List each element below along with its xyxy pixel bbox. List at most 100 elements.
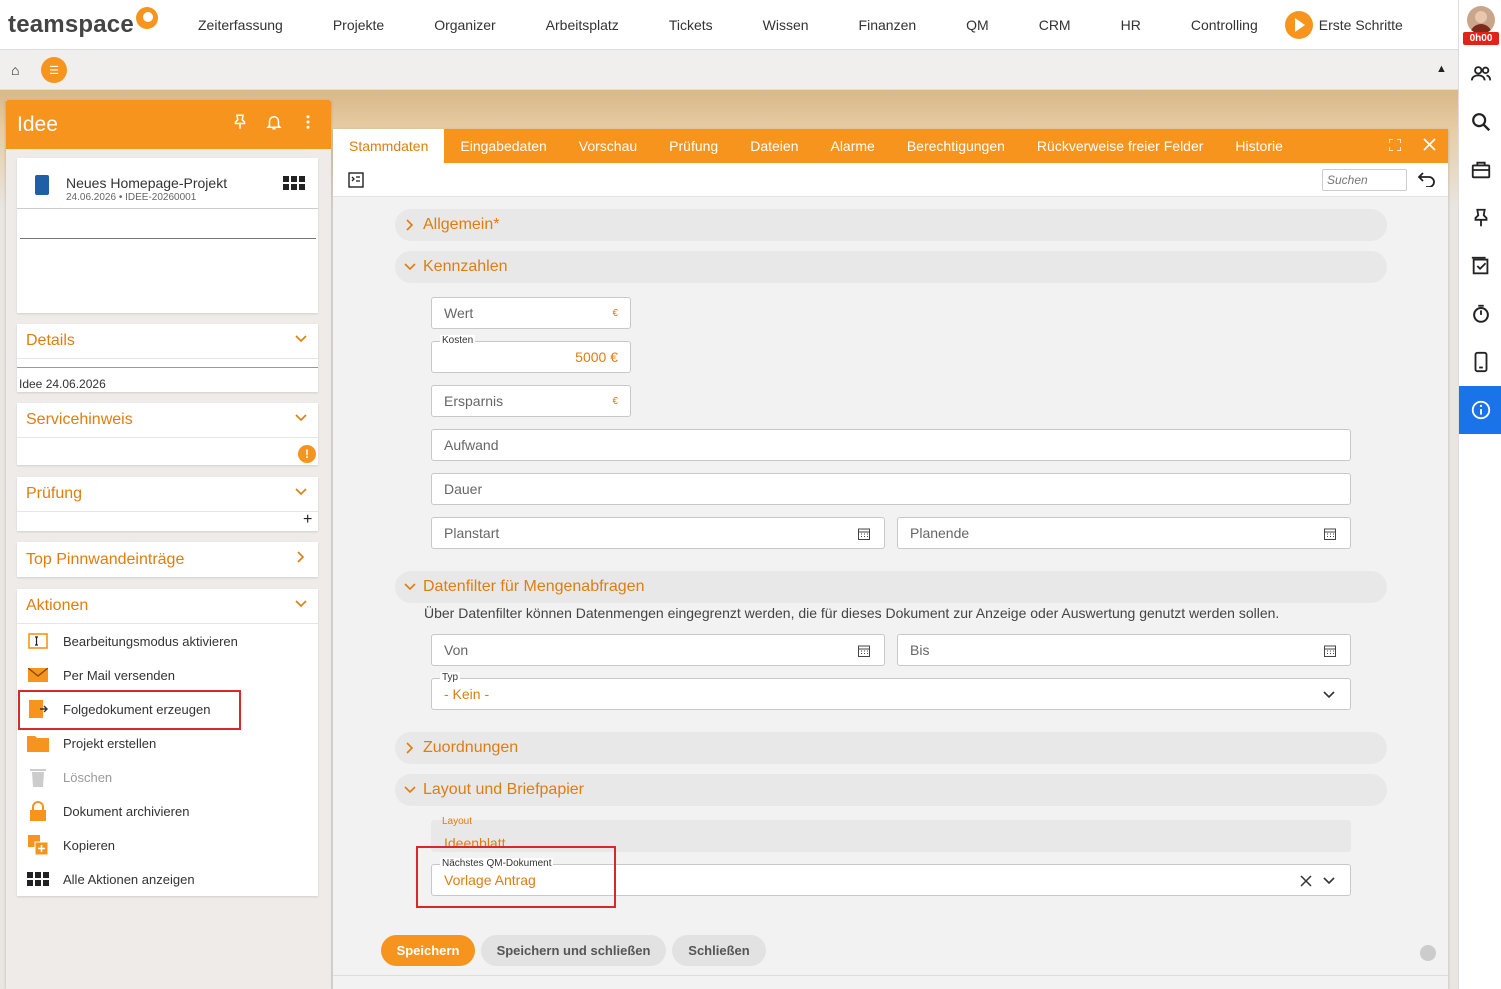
pinnwand-header[interactable]: Top Pinnwandeinträge (17, 542, 318, 577)
nav-crm[interactable]: CRM (1014, 17, 1096, 33)
chevron-down-icon[interactable] (294, 485, 308, 504)
action-send-mail[interactable]: Per Mail versenden (17, 658, 318, 692)
save-and-close-button[interactable]: Speichern und schließen (481, 935, 666, 966)
tab-dateien[interactable]: Dateien (734, 129, 814, 163)
clear-icon[interactable] (1300, 874, 1312, 890)
nav-tickets[interactable]: Tickets (644, 17, 738, 33)
tab-stammdaten[interactable]: Stammdaten (333, 129, 445, 163)
form-layout-icon[interactable] (348, 172, 364, 191)
undo-icon[interactable] (1417, 171, 1436, 190)
calendar-icon[interactable] (858, 527, 870, 543)
pruefung-header[interactable]: Prüfung (17, 477, 318, 512)
collapse-up-icon[interactable]: ▲ (1436, 63, 1447, 75)
tab-vorschau[interactable]: Vorschau (563, 129, 653, 163)
time-tracking-badge[interactable]: 0h00 (1463, 32, 1499, 45)
aktionen-header[interactable]: Aktionen (17, 589, 318, 624)
planstart-field[interactable]: Planstart (431, 517, 885, 549)
more-vertical-icon[interactable] (299, 113, 317, 137)
calendar-icon[interactable] (1324, 527, 1336, 543)
currency-label: € (612, 395, 618, 407)
planende-field[interactable]: Planende (897, 517, 1351, 549)
chevron-down-icon[interactable] (1322, 688, 1336, 705)
details-header[interactable]: Details (17, 324, 318, 359)
pin-icon[interactable] (1459, 194, 1501, 242)
user-circle-icon[interactable] (1420, 945, 1436, 961)
ersparnis-field[interactable]: Ersparnis € (431, 385, 631, 417)
add-icon[interactable]: + (303, 511, 312, 529)
action-delete[interactable]: Löschen (17, 760, 318, 794)
section-zuordnungen[interactable]: Zuordnungen (395, 732, 1387, 764)
lock-icon (27, 801, 49, 821)
user-avatar[interactable] (1467, 6, 1495, 34)
calendar-icon[interactable] (858, 644, 870, 660)
nav-projekte[interactable]: Projekte (308, 17, 409, 33)
stopwatch-icon[interactable] (1459, 290, 1501, 338)
field-placeholder: Bis (910, 642, 930, 658)
tasks-checklist-icon[interactable] (1459, 242, 1501, 290)
nav-zeiterfassung[interactable]: Zeiterfassung (190, 17, 308, 33)
divider (20, 238, 316, 239)
section-kennzahlen[interactable]: Kennzahlen (395, 251, 1387, 283)
close-icon[interactable] (1423, 138, 1436, 154)
chevron-down-icon[interactable] (1322, 874, 1336, 891)
info-icon[interactable] (1459, 386, 1501, 434)
bis-field[interactable]: Bis (897, 634, 1351, 666)
menu-icon[interactable]: ☰ (41, 57, 67, 83)
section-layout[interactable]: Layout und Briefpapier (395, 774, 1387, 806)
chevron-down-icon[interactable] (294, 332, 308, 351)
fullscreen-icon[interactable] (1388, 137, 1402, 154)
nav-qm[interactable]: QM (941, 17, 1014, 33)
servicehinweis-header[interactable]: Servicehinweis (17, 403, 318, 438)
dauer-field[interactable]: Dauer (431, 473, 1351, 505)
tab-pruefung[interactable]: Prüfung (653, 129, 734, 163)
search-icon[interactable] (1459, 98, 1501, 146)
tab-eingabedaten[interactable]: Eingabedaten (444, 129, 562, 163)
warning-icon[interactable]: ! (298, 445, 316, 463)
briefcase-icon[interactable] (1459, 146, 1501, 194)
home-icon[interactable]: ⌂ (11, 62, 19, 78)
pin-icon[interactable] (231, 113, 249, 137)
aufwand-field[interactable]: Aufwand (431, 429, 1351, 461)
action-copy[interactable]: Kopieren (17, 828, 318, 862)
save-button[interactable]: Speichern (381, 935, 475, 966)
tab-alarme[interactable]: Alarme (814, 129, 890, 163)
chevron-down-icon[interactable] (294, 411, 308, 430)
typ-value: - Kein - (444, 686, 490, 702)
pinnwand-title: Top Pinnwandeinträge (26, 550, 185, 568)
nav-hr[interactable]: HR (1096, 17, 1166, 33)
nav-controlling[interactable]: Controlling (1166, 17, 1283, 33)
nav-wissen[interactable]: Wissen (738, 17, 834, 33)
close-button[interactable]: Schließen (672, 935, 766, 966)
highlight-follow-document (18, 690, 241, 730)
typ-select[interactable]: Typ - Kein - (431, 672, 1351, 710)
action-create-project[interactable]: Projekt erstellen (17, 726, 318, 760)
wert-field[interactable]: Wert € (431, 297, 631, 329)
calendar-icon[interactable] (1324, 644, 1336, 660)
tab-berechtigungen[interactable]: Berechtigungen (891, 129, 1021, 163)
von-field[interactable]: Von (431, 634, 885, 666)
mobile-phone-icon[interactable] (1459, 338, 1501, 386)
action-show-all[interactable]: Alle Aktionen anzeigen (17, 862, 318, 896)
tab-rueckverweise[interactable]: Rückverweise freier Felder (1021, 129, 1220, 163)
users-icon[interactable] (1459, 50, 1501, 98)
field-placeholder: Dauer (444, 481, 483, 497)
chevron-down-icon[interactable] (294, 597, 308, 616)
section-datenfilter[interactable]: Datenfilter für Mengenabfragen (395, 571, 1387, 603)
right-sidebar: 0h00 (1458, 0, 1501, 989)
search-input[interactable] (1322, 169, 1407, 191)
apps-grid-icon[interactable] (283, 176, 305, 193)
document-name[interactable]: Neues Homepage-Projekt (66, 175, 227, 191)
chevron-right-icon[interactable] (294, 550, 308, 569)
nav-organizer[interactable]: Organizer (409, 17, 520, 33)
first-steps-button[interactable]: Erste Schritte (1284, 10, 1403, 39)
nav-arbeitsplatz[interactable]: Arbeitsplatz (521, 17, 644, 33)
action-edit-mode[interactable]: Bearbeitungsmodus aktivieren (17, 624, 318, 658)
tab-historie[interactable]: Historie (1219, 129, 1298, 163)
teamspace-logo[interactable]: teamspace (0, 6, 190, 39)
first-steps-label: Erste Schritte (1318, 16, 1403, 33)
kosten-field[interactable]: Kosten 5000 € (431, 335, 631, 373)
action-archive[interactable]: Dokument archivieren (17, 794, 318, 828)
section-allgemein[interactable]: Allgemein* (395, 209, 1387, 241)
nav-finanzen[interactable]: Finanzen (834, 17, 942, 33)
bell-icon[interactable] (265, 113, 283, 137)
